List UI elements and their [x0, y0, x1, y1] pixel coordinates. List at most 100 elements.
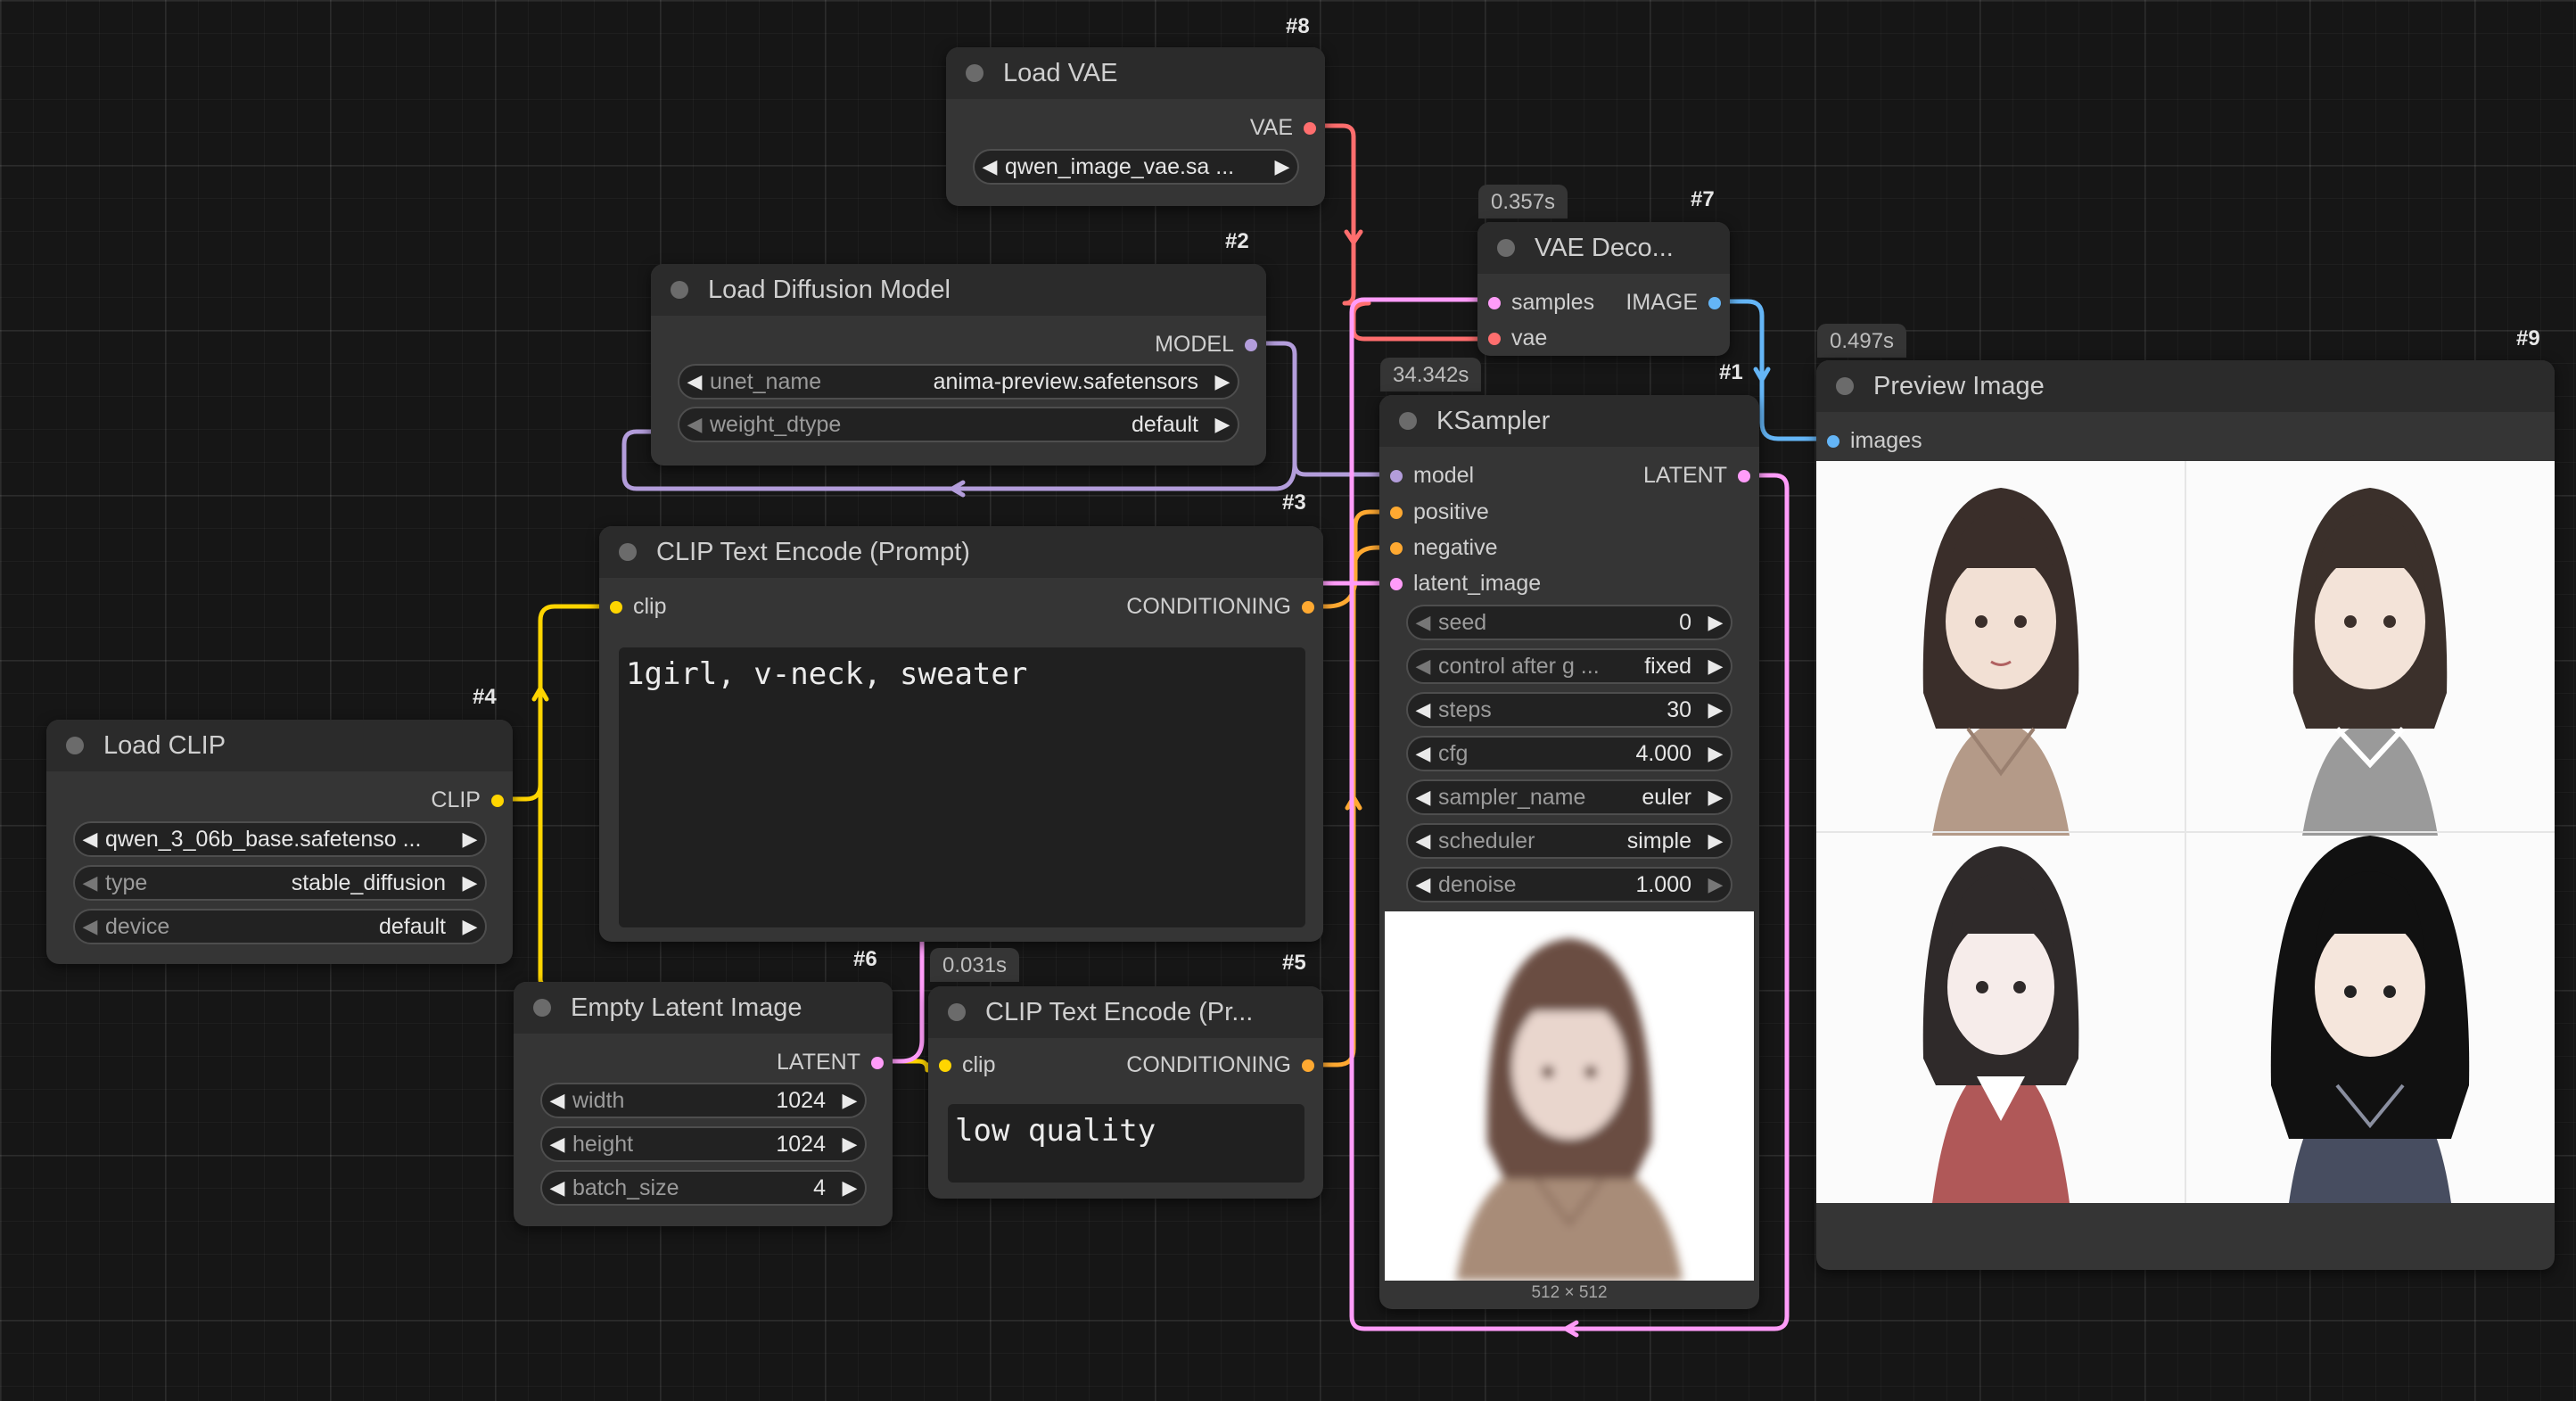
- arrow-left-icon[interactable]: ◀: [542, 1133, 572, 1156]
- output-image[interactable]: IMAGE: [1625, 290, 1721, 316]
- arrow-left-icon[interactable]: ◀: [679, 413, 710, 436]
- collapse-dot-icon[interactable]: [671, 281, 688, 299]
- arrow-right-icon[interactable]: ▶: [1700, 786, 1731, 809]
- output-model[interactable]: MODEL: [1155, 332, 1257, 358]
- node-header[interactable]: KSampler: [1379, 395, 1759, 447]
- collapse-dot-icon[interactable]: [619, 543, 637, 561]
- arrow-left-icon[interactable]: ◀: [75, 828, 105, 851]
- output-clip[interactable]: CLIP: [431, 787, 504, 813]
- arrow-left-icon[interactable]: ◀: [75, 915, 105, 938]
- arrow-right-icon[interactable]: ▶: [455, 828, 485, 851]
- arrow-right-icon[interactable]: ▶: [1207, 413, 1238, 436]
- collapse-dot-icon[interactable]: [1399, 412, 1417, 430]
- clip-name-combo[interactable]: ◀ qwen_3_06b_base.safetenso ... ▶: [73, 821, 487, 857]
- denoise-widget[interactable]: ◀ denoise 1.000 ▶: [1406, 867, 1732, 902]
- arrow-left-icon[interactable]: ◀: [542, 1176, 572, 1199]
- sampler-name-widget[interactable]: ◀ sampler_name euler ▶: [1406, 779, 1732, 815]
- arrow-right-icon[interactable]: ▶: [1207, 370, 1238, 393]
- negative-prompt-textarea[interactable]: low quality: [948, 1104, 1304, 1183]
- node-header[interactable]: Load VAE: [946, 47, 1325, 99]
- input-negative[interactable]: negative: [1390, 535, 1498, 561]
- arrow-left-icon[interactable]: ◀: [975, 155, 1005, 178]
- arrow-left-icon[interactable]: ◀: [1408, 655, 1438, 678]
- batch-size-widget[interactable]: ◀ batch_size 4 ▶: [540, 1170, 867, 1206]
- arrow-right-icon[interactable]: ▶: [1700, 655, 1731, 678]
- preview-image-grid[interactable]: [1816, 461, 2555, 1203]
- arrow-left-icon[interactable]: ◀: [1408, 829, 1438, 853]
- slot-dot-icon[interactable]: [1390, 577, 1403, 590]
- arrow-left-icon[interactable]: ◀: [1408, 698, 1438, 721]
- control-after-generate-widget[interactable]: ◀ control after g ... fixed ▶: [1406, 648, 1732, 684]
- node-header[interactable]: CLIP Text Encode (Prompt): [599, 526, 1323, 578]
- input-positive[interactable]: positive: [1390, 499, 1489, 525]
- node-empty-latent-image[interactable]: Empty Latent Image LATENT ◀ width 1024 ▶ ◀ h…: [514, 982, 893, 1226]
- node-header[interactable]: Empty Latent Image: [514, 982, 893, 1034]
- input-model[interactable]: model: [1390, 463, 1474, 489]
- node-header[interactable]: Load Diffusion Model: [651, 264, 1266, 316]
- unet-name-combo[interactable]: ◀ unet_name anima-preview.safetensors ▶: [678, 364, 1239, 400]
- arrow-left-icon[interactable]: ◀: [1408, 742, 1438, 765]
- node-vae-decode[interactable]: VAE Deco... samples IMAGE vae: [1477, 222, 1730, 356]
- steps-widget[interactable]: ◀ steps 30 ▶: [1406, 692, 1732, 728]
- node-ksampler[interactable]: KSampler model LATENT positive negative …: [1379, 395, 1759, 1309]
- slot-dot-icon[interactable]: [1488, 296, 1501, 309]
- input-vae[interactable]: vae: [1488, 326, 1547, 351]
- weight-dtype-combo[interactable]: ◀ weight_dtype default ▶: [678, 407, 1239, 442]
- node-clip-text-encode-positive[interactable]: CLIP Text Encode (Prompt) clip CONDITION…: [599, 526, 1323, 942]
- slot-dot-icon[interactable]: [1708, 296, 1721, 309]
- cfg-widget[interactable]: ◀ cfg 4.000 ▶: [1406, 736, 1732, 771]
- arrow-right-icon[interactable]: ▶: [1700, 698, 1731, 721]
- collapse-dot-icon[interactable]: [1497, 239, 1515, 257]
- slot-dot-icon[interactable]: [1488, 332, 1501, 345]
- arrow-right-icon[interactable]: ▶: [455, 915, 485, 938]
- slot-dot-icon[interactable]: [491, 794, 504, 807]
- slot-dot-icon[interactable]: [1302, 600, 1314, 614]
- arrow-right-icon[interactable]: ▶: [835, 1089, 865, 1112]
- node-header[interactable]: CLIP Text Encode (Pr...: [928, 986, 1323, 1038]
- output-latent[interactable]: LATENT: [777, 1050, 884, 1075]
- slot-dot-icon[interactable]: [1245, 338, 1257, 351]
- slot-dot-icon[interactable]: [871, 1056, 884, 1069]
- input-images[interactable]: images: [1827, 428, 1922, 454]
- arrow-left-icon[interactable]: ◀: [75, 871, 105, 894]
- arrow-left-icon[interactable]: ◀: [1408, 873, 1438, 896]
- arrow-left-icon[interactable]: ◀: [679, 370, 710, 393]
- collapse-dot-icon[interactable]: [1836, 377, 1854, 395]
- output-conditioning[interactable]: CONDITIONING: [1126, 594, 1314, 620]
- arrow-left-icon[interactable]: ◀: [1408, 611, 1438, 634]
- node-load-diffusion-model[interactable]: Load Diffusion Model MODEL ◀ unet_name ani…: [651, 264, 1266, 466]
- arrow-right-icon[interactable]: ▶: [835, 1176, 865, 1199]
- output-latent[interactable]: LATENT: [1643, 463, 1750, 489]
- slot-dot-icon[interactable]: [1304, 121, 1316, 135]
- vae-name-combo[interactable]: ◀ qwen_image_vae.sa ... ▶: [973, 149, 1299, 185]
- collapse-dot-icon[interactable]: [66, 737, 84, 754]
- output-conditioning[interactable]: CONDITIONING: [1126, 1052, 1314, 1078]
- width-widget[interactable]: ◀ width 1024 ▶: [540, 1083, 867, 1118]
- node-header[interactable]: VAE Deco...: [1477, 222, 1730, 274]
- arrow-right-icon[interactable]: ▶: [1700, 829, 1731, 853]
- input-latent-image[interactable]: latent_image: [1390, 571, 1541, 597]
- arrow-right-icon[interactable]: ▶: [1700, 873, 1731, 896]
- height-widget[interactable]: ◀ height 1024 ▶: [540, 1126, 867, 1162]
- slot-dot-icon[interactable]: [1390, 469, 1403, 482]
- arrow-right-icon[interactable]: ▶: [1700, 611, 1731, 634]
- arrow-right-icon[interactable]: ▶: [835, 1133, 865, 1156]
- arrow-right-icon[interactable]: ▶: [455, 871, 485, 894]
- arrow-left-icon[interactable]: ◀: [542, 1089, 572, 1112]
- node-clip-text-encode-negative[interactable]: CLIP Text Encode (Pr... clip CONDITIONIN…: [928, 986, 1323, 1199]
- input-clip[interactable]: clip: [939, 1052, 996, 1078]
- scheduler-widget[interactable]: ◀ scheduler simple ▶: [1406, 823, 1732, 859]
- collapse-dot-icon[interactable]: [966, 64, 983, 82]
- node-header[interactable]: Load CLIP: [46, 720, 513, 771]
- seed-widget[interactable]: ◀ seed 0 ▶: [1406, 605, 1732, 640]
- input-clip[interactable]: clip: [610, 594, 667, 620]
- slot-dot-icon[interactable]: [1738, 469, 1750, 482]
- slot-dot-icon[interactable]: [1390, 541, 1403, 555]
- slot-dot-icon[interactable]: [1827, 434, 1839, 448]
- slot-dot-icon[interactable]: [1302, 1059, 1314, 1072]
- collapse-dot-icon[interactable]: [948, 1003, 966, 1021]
- arrow-left-icon[interactable]: ◀: [1408, 786, 1438, 809]
- node-load-vae[interactable]: Load VAE VAE ◀ qwen_image_vae.sa ... ▶: [946, 47, 1325, 206]
- slot-dot-icon[interactable]: [939, 1059, 951, 1072]
- node-preview-image[interactable]: Preview Image images: [1816, 360, 2555, 1270]
